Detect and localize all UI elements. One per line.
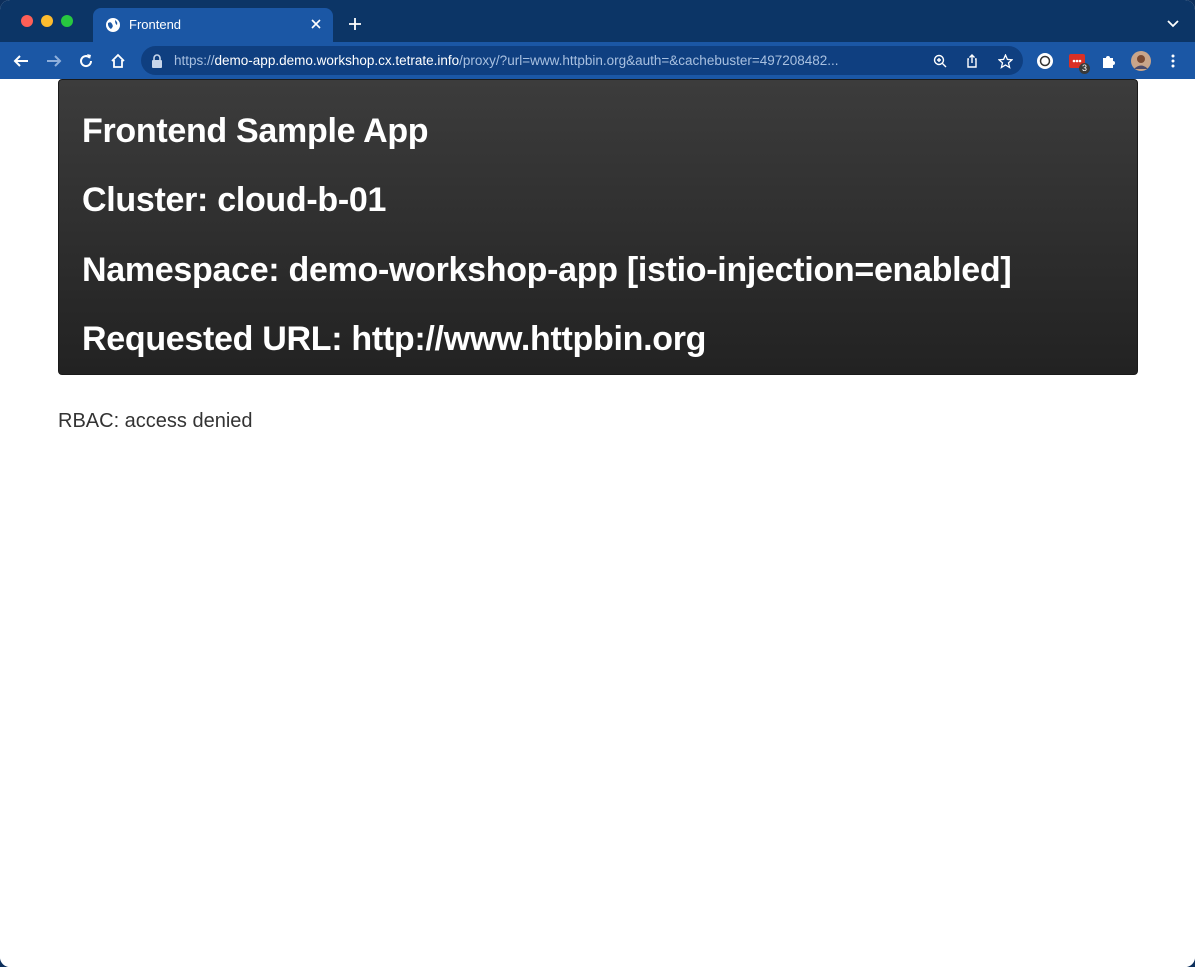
url-text[interactable]: https://demo-app.demo.workshop.cx.tetrat… [174,53,934,68]
requested-url-heading: Requested URL: http://www.httpbin.org [82,320,707,358]
address-bar[interactable]: https://demo-app.demo.workshop.cx.tetrat… [141,46,1023,75]
kebab-menu-icon[interactable] [1163,51,1183,71]
browser-toolbar: https://demo-app.demo.workshop.cx.tetrat… [0,42,1195,79]
puzzle-icon[interactable] [1099,51,1119,71]
close-icon[interactable] [307,15,325,33]
star-icon[interactable] [996,52,1014,70]
zoom-icon[interactable] [931,52,949,70]
url-scheme: https:// [174,53,215,68]
rbac-message: RBAC: access denied [58,410,253,432]
tab-strip: Frontend [0,0,1195,42]
globe-icon [106,18,120,32]
tab-frontend[interactable]: Frontend [93,8,333,42]
lock-icon [152,54,162,68]
maximize-window-button[interactable] [61,15,73,27]
page-content: Frontend Sample App Cluster: cloud-b-01 … [0,79,1195,967]
url-host: demo-app.demo.workshop.cx.tetrate.info [214,53,460,68]
extension-badge-count: 3 [1079,63,1091,74]
forward-arrow-icon[interactable] [43,50,65,72]
browser-window: Frontend https://demo-app.demo.workshop.… [0,0,1195,967]
info-panel: Frontend Sample App Cluster: cloud-b-01 … [58,79,1138,375]
minimize-window-button[interactable] [41,15,53,27]
plus-icon[interactable] [345,14,365,34]
namespace-heading: Namespace: demo-workshop-app [istio-inje… [82,251,1012,289]
avatar[interactable] [1131,51,1151,71]
app-title: Frontend Sample App [82,112,429,150]
close-window-button[interactable] [21,15,33,27]
url-path: /proxy/?url=www.httpbin.org&auth=&cacheb… [459,53,839,68]
reload-icon[interactable] [75,50,97,72]
share-icon[interactable] [963,52,981,70]
back-arrow-icon[interactable] [10,50,32,72]
extension-icon[interactable] [1035,51,1055,71]
home-icon[interactable] [107,50,129,72]
cluster-heading: Cluster: cloud-b-01 [82,181,387,219]
tab-title: Frontend [129,17,182,32]
chevron-down-icon[interactable] [1164,15,1182,33]
